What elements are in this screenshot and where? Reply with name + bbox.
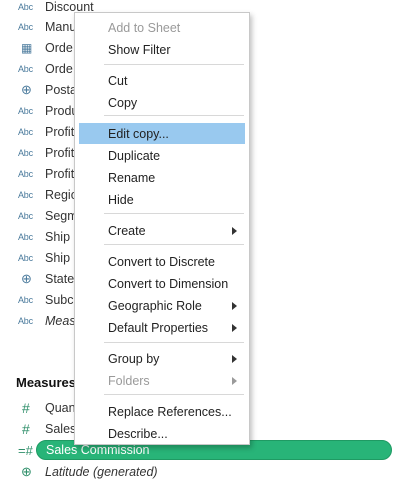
menu-item-label: Convert to Discrete (108, 254, 215, 269)
menu-item-replace-references[interactable]: Replace References... (79, 401, 245, 422)
measure-field[interactable]: ⊕ Latitude (generated) (0, 461, 396, 482)
field-label: Latitude (generated) (45, 464, 158, 479)
submenu-arrow-icon (232, 323, 237, 332)
text-type-icon: Abc (18, 1, 33, 12)
text-type-icon: Abc (18, 252, 33, 263)
menu-item-geographic-role[interactable]: Geographic Role (79, 295, 245, 316)
menu-item-label: Create (108, 223, 146, 238)
menu-item-label: Cut (108, 73, 128, 88)
menu-separator (104, 342, 244, 343)
submenu-arrow-icon (232, 376, 237, 385)
menu-item-label: Default Properties (108, 320, 209, 335)
field-label: Manu (45, 19, 77, 34)
menu-item-label: Hide (108, 192, 134, 207)
field-label: Segm (45, 208, 78, 223)
text-type-icon: Abc (18, 168, 33, 179)
menu-item-convert-to-discrete[interactable]: Convert to Discrete (79, 251, 245, 272)
menu-separator (104, 244, 244, 245)
text-type-icon: Abc (18, 315, 33, 326)
field-label: Meas (45, 313, 76, 328)
field-label: Regio (45, 187, 78, 202)
submenu-arrow-icon (232, 354, 237, 363)
menu-item-rename[interactable]: Rename (79, 167, 245, 188)
submenu-arrow-icon (232, 226, 237, 235)
field-label: Subc (45, 292, 74, 307)
field-label: Orde (45, 61, 73, 76)
menu-item-label: Group by (108, 351, 160, 366)
menu-item-label: Describe... (108, 426, 168, 441)
field-label: Ship (45, 250, 71, 265)
menu-item-label: Replace References... (108, 404, 232, 419)
menu-item-label: Folders (108, 373, 150, 388)
menu-item-create[interactable]: Create (79, 220, 245, 241)
calendar-icon: ▦ (21, 40, 33, 55)
menu-item-label: Show Filter (108, 42, 171, 57)
menu-item-default-properties[interactable]: Default Properties (79, 317, 245, 338)
globe-icon: ⊕ (21, 270, 32, 286)
field-label: Profit (45, 124, 75, 139)
menu-item-label: Copy (108, 95, 138, 110)
menu-item-duplicate[interactable]: Duplicate (79, 145, 245, 166)
text-type-icon: Abc (18, 210, 33, 221)
menu-separator (104, 115, 244, 116)
text-type-icon: Abc (18, 189, 33, 200)
field-label: Sales Commission (46, 443, 150, 457)
submenu-arrow-icon (232, 301, 237, 310)
text-type-icon: Abc (18, 105, 33, 116)
menu-item-label: Add to Sheet (108, 20, 181, 35)
menu-item-label: Rename (108, 170, 156, 185)
menu-item-edit-copy[interactable]: Edit copy... (79, 123, 245, 144)
menu-item-cut[interactable]: Cut (79, 70, 245, 91)
field-label: State (45, 271, 75, 286)
menu-item-add-to-sheet[interactable]: Add to Sheet (79, 17, 245, 38)
menu-item-copy[interactable]: Copy (79, 92, 245, 113)
menu-item-show-filter[interactable]: Show Filter (79, 39, 245, 60)
field-label: Quan (45, 400, 76, 415)
globe-icon: ⊕ (21, 81, 32, 97)
menu-item-label: Geographic Role (108, 298, 202, 313)
field-label: Ship (45, 229, 71, 244)
text-type-icon: Abc (18, 147, 33, 158)
menu-item-hide[interactable]: Hide (79, 189, 245, 210)
text-type-icon: Abc (18, 294, 33, 305)
field-label: Posta (45, 82, 77, 97)
text-type-icon: Abc (18, 21, 33, 32)
text-type-icon: Abc (18, 231, 33, 242)
number-type-icon: # (22, 420, 30, 437)
menu-separator (104, 213, 244, 214)
text-type-icon: Abc (18, 63, 33, 74)
menu-item-describe[interactable]: Describe... (79, 423, 245, 444)
number-type-icon: # (22, 399, 30, 416)
menu-item-convert-to-dimension[interactable]: Convert to Dimension (79, 273, 245, 294)
menu-item-group-by[interactable]: Group by (79, 348, 245, 369)
field-label: Profit (45, 145, 75, 160)
globe-icon: ⊕ (21, 463, 32, 479)
menu-separator (104, 394, 244, 395)
menu-item-label: Convert to Dimension (108, 276, 229, 291)
menu-item-label: Duplicate (108, 148, 161, 163)
context-menu: Add to Sheet Show Filter Cut Copy Edit copy.… (74, 12, 250, 445)
field-label: Profit (45, 166, 75, 181)
menu-item-label: Edit copy... (108, 126, 169, 141)
menu-separator (104, 64, 244, 65)
field-label: Sales (45, 421, 77, 436)
measures-header: Measures (16, 375, 76, 390)
menu-item-folders[interactable]: Folders (79, 370, 245, 391)
text-type-icon: Abc (18, 126, 33, 137)
number-type-icon: =# (18, 442, 33, 458)
field-label: Orde (45, 40, 73, 55)
